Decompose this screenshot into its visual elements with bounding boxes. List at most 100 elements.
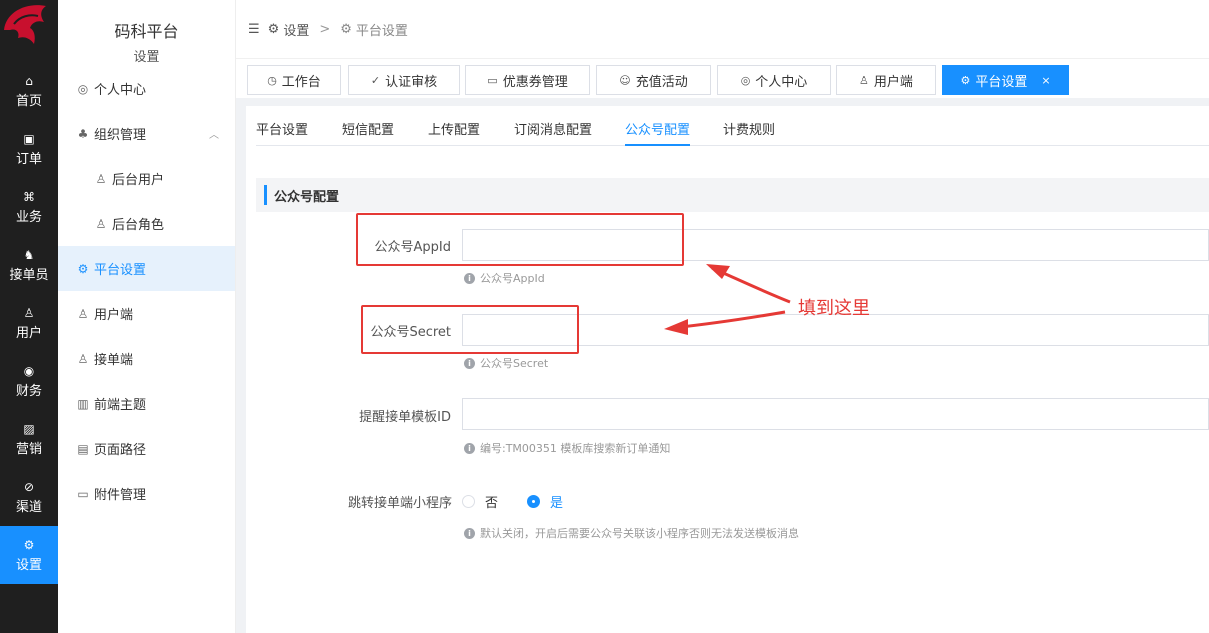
tab-sms-config[interactable]: 短信配置 <box>342 119 394 138</box>
order-icon: ▣ <box>23 131 35 146</box>
rail-item-2[interactable]: ⌘ 业务 <box>0 178 58 236</box>
check-circle-icon: ✓ <box>370 73 381 87</box>
settings-tabs: 平台设置 短信配置 上传配置 订阅消息配置 公众号配置 计费规则 <box>256 106 1209 146</box>
sidebar-item-label: 前端主题 <box>94 398 147 413</box>
annotation-box-appid <box>356 213 684 266</box>
tag-label: 用户端 <box>873 74 913 90</box>
tag-workbench[interactable]: ◷ 工作台 <box>247 65 341 95</box>
sidebar-item-user-client[interactable]: ♙ 用户端 <box>58 291 235 336</box>
tab-upload-config[interactable]: 上传配置 <box>428 119 480 138</box>
sidebar-item-label: 组织管理 <box>94 128 147 143</box>
settings-icon: ⚙ <box>340 21 352 37</box>
rail-item-label: 营销 <box>15 441 42 457</box>
menu-toggle-icon[interactable]: ☰ <box>248 22 260 37</box>
rail-item-3[interactable]: ♞ 接单员 <box>0 236 58 294</box>
radio-label: 否 <box>485 496 499 511</box>
tab-platform-settings[interactable]: 平台设置 <box>256 119 308 138</box>
tag-platform-settings[interactable]: ⚙ 平台设置 × <box>942 65 1069 95</box>
tag-coupon-management[interactable]: ▭ 优惠券管理 <box>465 65 590 95</box>
sidebar-item-admin-users[interactable]: ♙ 后台用户 <box>58 156 235 201</box>
sidebar-item-rider-client[interactable]: ♙ 接单端 <box>58 336 235 381</box>
sidebar-item-label: 平台设置 <box>94 263 147 278</box>
sidebar-item-label: 附件管理 <box>94 488 147 503</box>
rail-item-label: 用户 <box>15 325 42 341</box>
tag-verification[interactable]: ✓ 认证审核 <box>348 65 460 95</box>
sidebar-item-label: 页面路径 <box>94 443 147 458</box>
user-icon: ♙ <box>77 306 89 321</box>
ticket-icon: ▭ <box>487 73 498 87</box>
tab-subscribe-message-config[interactable]: 订阅消息配置 <box>514 119 592 138</box>
rail-item-5[interactable]: ◉ 财务 <box>0 352 58 410</box>
sub-sidebar: 码科平台 设置 ◎ 个人中心 ♣ 组织管理 ︿ ♙ 后台用户 ♙ 后台角色 ⚙ … <box>58 0 236 633</box>
sidebar-item-label: 个人中心 <box>94 83 147 98</box>
sidebar-item-page-path[interactable]: ▤ 页面路径 <box>58 426 235 471</box>
rail-item-label: 接单员 <box>9 267 49 283</box>
template-id-input[interactable] <box>462 398 1209 430</box>
rail-item-4[interactable]: ♙ 用户 <box>0 294 58 352</box>
sidebar-item-label: 后台角色 <box>112 218 165 233</box>
sidebar-item-platform-settings[interactable]: ⚙ 平台设置 <box>58 246 235 291</box>
user-icon: ♙ <box>859 73 869 87</box>
hint-text: 公众号Secret <box>480 357 549 370</box>
rider-icon: ♙ <box>77 351 89 366</box>
radio-circle <box>462 495 475 508</box>
breadcrumb-current: 平台设置 <box>355 23 408 39</box>
tag-recharge-activity[interactable]: ☺ 充值活动 <box>596 65 711 95</box>
attachment-icon: ▭ <box>77 486 89 501</box>
sidebar-item-admin-roles[interactable]: ♙ 后台角色 <box>58 201 235 246</box>
hint-text: 默认关闭，开启后需要公众号关联该小程序否则无法发送模板消息 <box>480 527 799 540</box>
tab-billing-rules[interactable]: 计费规则 <box>723 119 775 138</box>
rail-item-label: 业务 <box>15 209 42 225</box>
sidebar-item-label: 接单端 <box>94 353 134 368</box>
main-nav-rail: ⌂ 首页 ▣ 订单 ⌘ 业务 ♞ 接单员 ♙ 用户 ◉ 财务 ▨ 营销 ⊘ 渠道 ⚙ 设置 <box>0 0 58 633</box>
user-icon: ♙ <box>95 171 107 186</box>
jump-miniprogram-label: 跳转接单端小程序 <box>347 496 452 511</box>
chevron-up-icon: ︿ <box>209 130 219 141</box>
clock-icon: ◷ <box>267 73 277 87</box>
section-title: 公众号配置 <box>256 178 1209 212</box>
info-icon: i <box>464 272 475 284</box>
breadcrumb-settings[interactable]: 设置 <box>283 20 309 39</box>
radio-yes[interactable]: 是 <box>527 492 563 511</box>
finance-icon: ◉ <box>23 363 35 378</box>
home-icon: ⌂ <box>25 73 33 88</box>
secret-hint: i 公众号Secret <box>464 355 548 371</box>
radio-no[interactable]: 否 <box>462 492 498 511</box>
template-id-hint: i 编号:TM00351 模板库搜索新订单通知 <box>464 440 670 456</box>
radio-circle <box>527 495 540 508</box>
location-icon: ◎ <box>740 73 751 87</box>
business-icon: ⌘ <box>23 189 35 204</box>
rail-item-0[interactable]: ⌂ 首页 <box>0 62 58 120</box>
rail-item-1[interactable]: ▣ 订单 <box>0 120 58 178</box>
sidebar-item-attachments[interactable]: ▭ 附件管理 <box>58 471 235 516</box>
sidebar-item-personal-center[interactable]: ◎ 个人中心 <box>58 66 235 111</box>
tag-label: 优惠券管理 <box>502 74 568 90</box>
user-icon: ♙ <box>23 305 35 320</box>
radio-label: 是 <box>550 496 564 511</box>
tab-official-account-config[interactable]: 公众号配置 <box>625 119 691 146</box>
close-icon[interactable]: × <box>1041 74 1050 87</box>
tag-user-client[interactable]: ♙ 用户端 <box>836 65 936 95</box>
tag-label: 平台设置 <box>975 74 1028 90</box>
content-panel: 平台设置 短信配置 上传配置 订阅消息配置 公众号配置 计费规则 公众号配置 公… <box>246 106 1209 633</box>
rail-item-6[interactable]: ▨ 营销 <box>0 410 58 468</box>
rail-item-label: 订单 <box>15 151 42 167</box>
rail-item-label: 首页 <box>15 93 42 109</box>
sidebar-item-label: 用户端 <box>94 308 134 323</box>
hint-text: 编号:TM00351 模板库搜索新订单通知 <box>480 442 671 455</box>
tag-label: 认证审核 <box>385 74 438 90</box>
rail-item-8[interactable]: ⚙ 设置 <box>0 526 58 584</box>
info-icon: i <box>464 357 475 369</box>
tags-view-bar: ◷ 工作台 ✓ 认证审核 ▭ 优惠券管理 ☺ 充值活动 ◎ 个人中心 ♙ 用户端… <box>236 58 1209 98</box>
app-logo <box>0 0 58 62</box>
annotation-box-secret <box>361 305 579 354</box>
sidebar-item-org-management[interactable]: ♣ 组织管理 ︿ <box>58 111 235 156</box>
sidebar-item-frontend-theme[interactable]: ▥ 前端主题 <box>58 381 235 426</box>
rail-item-7[interactable]: ⊘ 渠道 <box>0 468 58 526</box>
annotation-text: 填到这里 <box>798 298 870 319</box>
tag-label: 个人中心 <box>755 74 808 90</box>
hint-text: 公众号AppId <box>480 272 545 285</box>
logo-icon <box>4 5 46 44</box>
tag-personal-center[interactable]: ◎ 个人中心 <box>717 65 831 95</box>
channel-icon: ⊘ <box>23 479 35 494</box>
